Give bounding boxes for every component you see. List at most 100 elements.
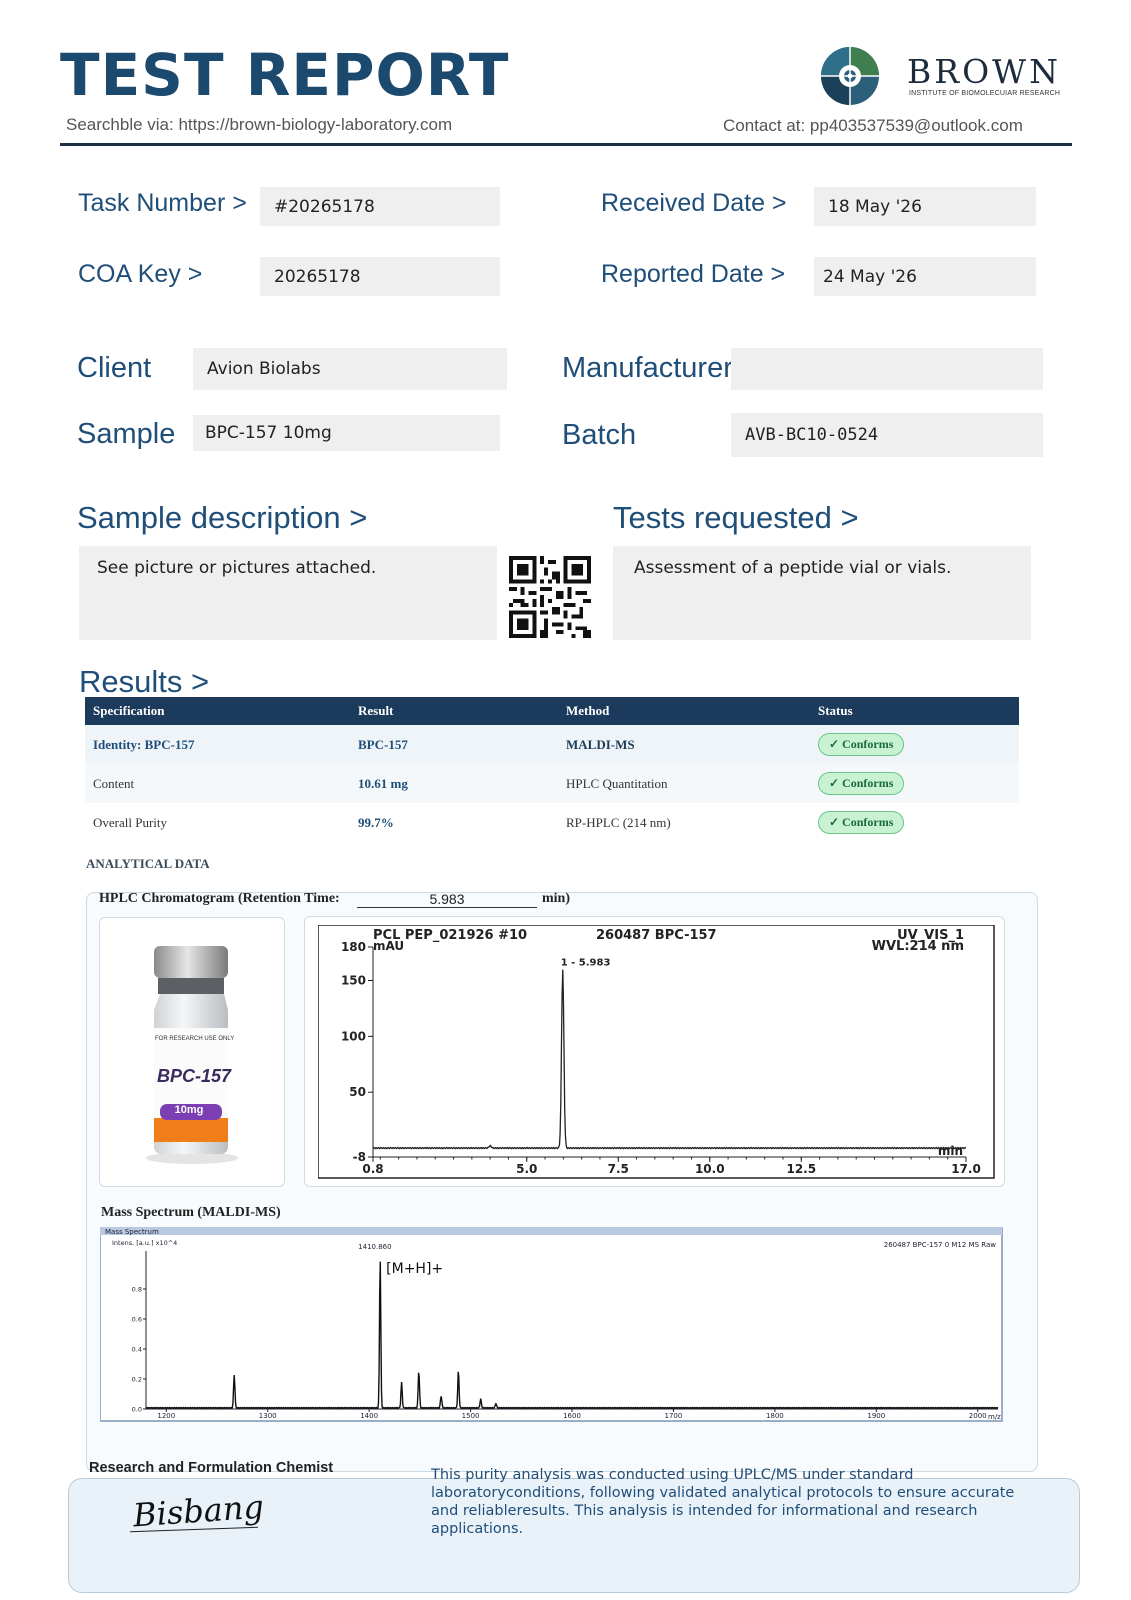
qr-code-icon[interactable] bbox=[509, 556, 591, 638]
brand-subtitle: INSTITUTE OF BIOMOLECUIAR RESEARCH bbox=[909, 90, 1061, 97]
contact-email[interactable]: Contact at: pp403537539@outlook.com bbox=[723, 116, 1023, 136]
coa-key-label: COA Key > bbox=[78, 260, 203, 288]
manufacturer-label: Manufacturer bbox=[562, 352, 733, 384]
sample-description-box: See picture or pictures attached. bbox=[79, 546, 497, 640]
maldi-y-tick-label: 0.8 bbox=[132, 1286, 142, 1294]
manufacturer-field bbox=[731, 348, 1043, 390]
results-heading: Results > bbox=[79, 664, 210, 699]
row-result: 99.7% bbox=[358, 814, 394, 830]
row-method: MALDI-MS bbox=[558, 725, 810, 764]
vial-label-name: BPC-157 bbox=[157, 1066, 232, 1086]
received-date-field: 18 May '26 bbox=[814, 187, 1036, 226]
sample-label: Sample bbox=[77, 418, 176, 450]
maldi-xlabel: m/z bbox=[988, 1413, 1001, 1421]
reported-date-label: Reported Date > bbox=[601, 260, 786, 288]
hplc-y-tick-label: 180 bbox=[341, 940, 366, 954]
maldi-x-tick-label: 1900 bbox=[867, 1412, 885, 1420]
hplc-x-tick-label: 17.0 bbox=[951, 1162, 981, 1176]
maldi-x-tick-label: 2000 bbox=[969, 1412, 987, 1420]
hplc-title: HPLC Chromatogram (Retention Time: bbox=[99, 891, 340, 906]
hplc-x-tick-label: 10.0 bbox=[695, 1162, 725, 1176]
maldi-x-tick-label: 1700 bbox=[665, 1412, 683, 1420]
analytical-data-heading: ANALYTICAL DATA bbox=[86, 856, 210, 871]
maldi-x-tick-label: 1500 bbox=[462, 1412, 480, 1420]
maldi-panel-title: Mass Spectrum bbox=[105, 1228, 159, 1236]
mass-spectrum: Mass Spectrum Intens. [a.u.] x10^4 26048… bbox=[100, 1227, 1003, 1422]
maldi-annotation: [M+H]+ bbox=[386, 1261, 443, 1277]
status-badge: ✓ Conforms bbox=[818, 811, 905, 834]
task-number-field: #20265178 bbox=[260, 187, 500, 226]
table-row: Overall Purity 99.7% RP-HPLC (214 nm) ✓ … bbox=[85, 803, 1019, 842]
coa-key-field: 20265178 bbox=[260, 257, 500, 296]
col-result: Result bbox=[350, 697, 558, 725]
footer-disclaimer: This purity analysis was conducted using… bbox=[431, 1467, 1015, 1537]
maldi-y-tick-label: 0.6 bbox=[132, 1316, 142, 1324]
col-method: Method bbox=[558, 697, 810, 725]
maldi-x-tick-label: 1400 bbox=[360, 1412, 378, 1420]
row-spec: Content bbox=[85, 764, 350, 803]
row-method: HPLC Quantitation bbox=[558, 764, 810, 803]
results-header-row: Specification Result Method Status bbox=[85, 697, 1019, 725]
maldi-ylabel: Intens. [a.u.] x10^4 bbox=[112, 1239, 177, 1247]
maldi-y-tick-label: 0.4 bbox=[132, 1346, 142, 1354]
batch-field: AVB-BC10-0524 bbox=[731, 413, 1043, 457]
tests-requested-heading: Tests requested > bbox=[613, 500, 859, 535]
table-row: Content 10.61 mg HPLC Quantitation ✓ Con… bbox=[85, 764, 1019, 803]
reported-date-field: 24 May '26 bbox=[814, 257, 1036, 296]
brown-logo-icon bbox=[820, 46, 880, 106]
received-date-label: Received Date > bbox=[601, 189, 787, 217]
header-divider bbox=[60, 143, 1072, 146]
hplc-x-tick-label: 0.8 bbox=[362, 1162, 383, 1176]
maldi-title: Mass Spectrum (MALDI-MS) bbox=[101, 1205, 281, 1220]
vial-label-line1: FOR RESEARCH USE ONLY bbox=[155, 1036, 235, 1042]
hplc-y-tick-label: 150 bbox=[341, 974, 366, 988]
hplc-title-unit: min) bbox=[542, 891, 570, 906]
results-table: Specification Result Method Status Ident… bbox=[85, 697, 1019, 842]
batch-label: Batch bbox=[562, 419, 637, 451]
hplc-xlabel: min bbox=[938, 1144, 963, 1158]
hplc-x-tick-label: 12.5 bbox=[786, 1162, 816, 1176]
row-spec: Identity: BPC-157 bbox=[85, 725, 350, 764]
row-result: 10.61 mg bbox=[350, 764, 558, 803]
maldi-x-tick-label: 1300 bbox=[259, 1412, 277, 1420]
row-status: ✓ Conforms bbox=[810, 725, 1019, 764]
maldi-y-tick-label: 0.2 bbox=[132, 1376, 142, 1384]
maldi-y-tick-label: 0.0 bbox=[132, 1406, 142, 1414]
retention-time-value: 5.983 bbox=[357, 891, 537, 908]
maldi-x-tick-label: 1200 bbox=[157, 1412, 175, 1420]
hplc-plot-border bbox=[318, 925, 995, 1179]
hplc-header-right-2: WVL:214 nm bbox=[872, 939, 964, 954]
maldi-titlebar bbox=[100, 1227, 1002, 1235]
maldi-header-right: 260487 BPC-157 0 M12 MS Raw bbox=[884, 1241, 997, 1249]
task-number-label: Task Number > bbox=[78, 189, 247, 217]
chemist-role: Research and Formulation Chemist bbox=[89, 1460, 334, 1476]
row-result: BPC-157 bbox=[350, 725, 558, 764]
hplc-peak-label: 1 - 5.983 bbox=[561, 957, 611, 968]
hplc-y-tick-label: 100 bbox=[341, 1029, 366, 1043]
client-label: Client bbox=[77, 352, 152, 384]
vial-label-dose: 10mg bbox=[174, 1104, 204, 1116]
brand-name: BROWN bbox=[907, 52, 1061, 91]
hplc-chromatogram: PCL PEP_021926 #10 260487 BPC-157 UV_VIS… bbox=[318, 925, 995, 1179]
maldi-peak-label: 1410.860 bbox=[358, 1243, 391, 1251]
row-status: ✓ Conforms bbox=[810, 764, 1019, 803]
col-status: Status bbox=[810, 697, 1019, 725]
hplc-ylabel: mAU bbox=[373, 939, 404, 953]
table-row: Identity: BPC-157 BPC-157 MALDI-MS ✓ Con… bbox=[85, 725, 1019, 764]
maldi-x-tick-label: 1800 bbox=[766, 1412, 784, 1420]
hplc-header-mid: 260487 BPC-157 bbox=[596, 928, 717, 943]
hplc-y-tick-label: 50 bbox=[349, 1085, 366, 1099]
hplc-x-tick-label: 5.0 bbox=[516, 1162, 537, 1176]
search-url-note[interactable]: Searchble via: https://brown-biology-lab… bbox=[66, 115, 452, 135]
tests-requested-box: Assessment of a peptide vial or vials. bbox=[613, 546, 1031, 640]
row-status: ✓ Conforms bbox=[810, 803, 1019, 842]
sample-field: BPC-157 10mg bbox=[193, 415, 500, 451]
maldi-x-tick-label: 1600 bbox=[563, 1412, 581, 1420]
page-title: TEST REPORT bbox=[60, 41, 510, 109]
col-specification: Specification bbox=[85, 697, 350, 725]
status-badge: ✓ Conforms bbox=[818, 733, 905, 756]
client-field: Avion Biolabs bbox=[193, 348, 507, 390]
vial-photo bbox=[99, 917, 285, 1187]
hplc-x-tick-label: 7.5 bbox=[608, 1162, 629, 1176]
row-spec: Overall Purity bbox=[93, 814, 168, 830]
